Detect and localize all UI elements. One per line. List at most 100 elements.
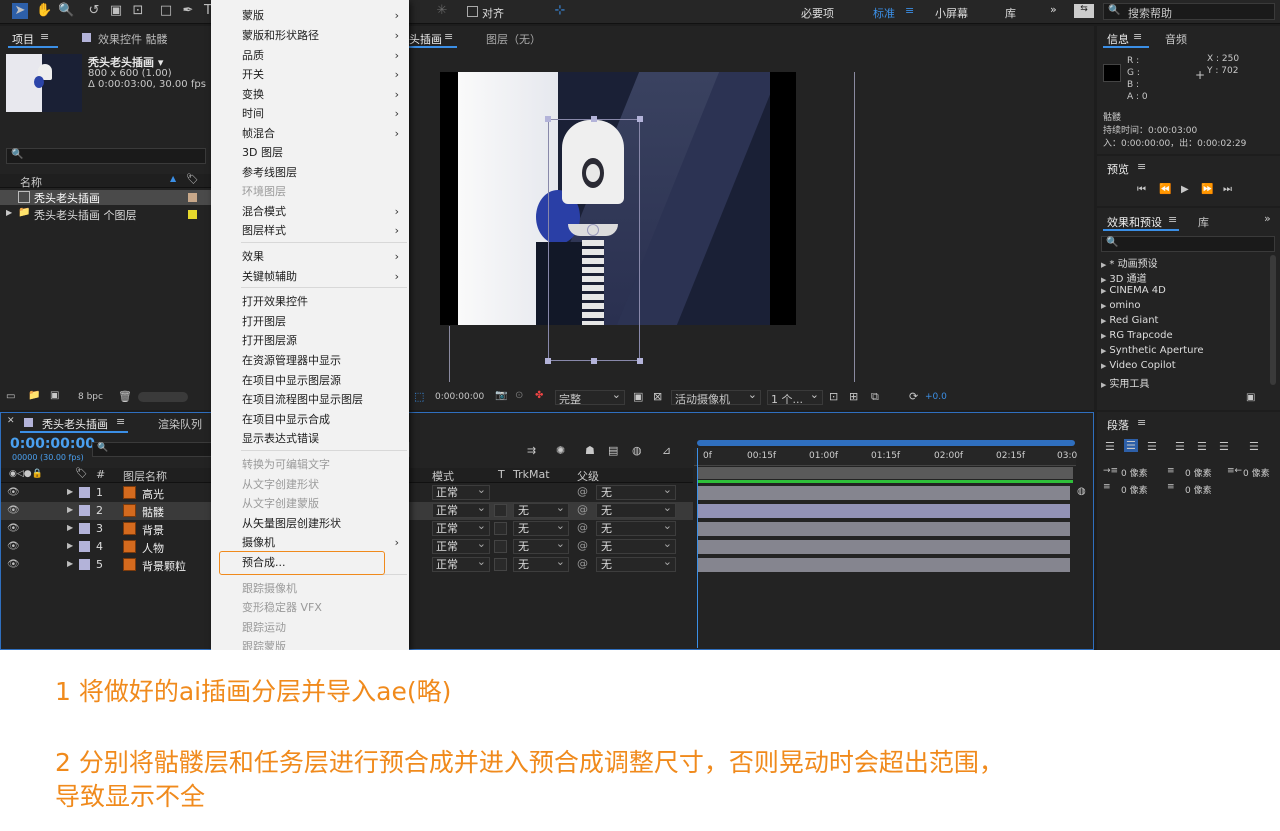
prev-frame-icon[interactable]: ⏪ bbox=[1159, 184, 1171, 195]
expand-icon[interactable]: ▶ bbox=[67, 523, 73, 532]
menu-item[interactable]: 帧混合 › bbox=[242, 125, 402, 143]
pickwhip-icon[interactable]: @ bbox=[577, 539, 588, 552]
effects-scrollbar[interactable] bbox=[1270, 255, 1276, 385]
parent-select[interactable]: 无 bbox=[596, 501, 676, 518]
comp-flowchart-icon[interactable]: ⇉ bbox=[527, 444, 536, 457]
draft-3d-icon[interactable]: ✺ bbox=[556, 444, 565, 457]
frame-blend-icon[interactable]: ▤ bbox=[608, 444, 618, 457]
layer-name[interactable]: 背景颗粒 bbox=[142, 558, 186, 574]
snapshot-icon[interactable]: 📷 bbox=[495, 390, 507, 401]
expand-icon[interactable]: ▶ bbox=[67, 541, 73, 550]
eye-icon[interactable]: 👁 bbox=[7, 559, 20, 570]
expand-icon[interactable]: ▶ bbox=[67, 487, 73, 496]
workspace-overflow-icon[interactable]: » bbox=[1050, 3, 1057, 16]
tab-info[interactable]: 信息 bbox=[1107, 31, 1129, 47]
snap-icon[interactable]: ⊹ bbox=[552, 3, 568, 19]
pickwhip-icon[interactable]: @ bbox=[577, 557, 588, 570]
trash-icon[interactable]: 🗑 bbox=[118, 390, 132, 403]
search-help-input[interactable]: 🔍 搜索帮助 bbox=[1103, 3, 1275, 20]
label-swatch[interactable] bbox=[79, 523, 90, 534]
graph-editor-icon[interactable]: ⊿ bbox=[662, 444, 671, 457]
menu-item[interactable]: 在项目中显示图层源 bbox=[242, 372, 402, 390]
effects-category[interactable]: RG Trapcode bbox=[1101, 330, 1263, 345]
trkmat-select[interactable]: 无 bbox=[513, 555, 569, 572]
transparency-grid-icon[interactable]: ⊠ bbox=[653, 390, 662, 403]
label-swatch[interactable] bbox=[79, 541, 90, 552]
resolution-select[interactable]: 完整 ⌄ bbox=[555, 388, 625, 406]
menu-item[interactable]: 关键帧辅助 › bbox=[242, 268, 402, 286]
parent-select[interactable]: 无 bbox=[596, 519, 676, 536]
reset-exposure-icon[interactable]: ⟳ bbox=[909, 390, 918, 403]
menu-item[interactable]: 显示表达式错误 bbox=[242, 430, 402, 448]
indent-left-value[interactable]: 0 像素 bbox=[1121, 466, 1148, 479]
pen-tool-icon[interactable]: ✒ bbox=[180, 3, 196, 19]
viewer[interactable] bbox=[409, 50, 1094, 390]
effects-overflow-icon[interactable]: » bbox=[1264, 212, 1271, 225]
tab-effect-controls[interactable]: 效果控件 骷髅 bbox=[98, 31, 168, 47]
mode-select[interactable]: 正常 bbox=[432, 483, 490, 500]
justify-right-icon[interactable]: ☰ bbox=[1219, 440, 1229, 453]
space-before-value[interactable]: 0 像素 bbox=[1121, 483, 1148, 496]
eye-icon[interactable]: 👁 bbox=[7, 523, 20, 534]
eye-icon[interactable]: 👁 bbox=[7, 487, 20, 498]
eye-icon[interactable]: 👁 bbox=[7, 505, 20, 516]
work-area-bar[interactable] bbox=[697, 440, 1075, 446]
pickwhip-icon[interactable]: @ bbox=[577, 503, 588, 516]
anchor-point-icon[interactable] bbox=[587, 224, 599, 236]
menu-item[interactable]: 参考线图层 bbox=[242, 164, 402, 182]
shy-icon[interactable]: ☗ bbox=[585, 444, 595, 457]
workspace-menu-icon[interactable]: ≡ bbox=[905, 4, 914, 17]
bpc-label[interactable]: 8 bpc bbox=[78, 392, 103, 402]
label-swatch[interactable] bbox=[79, 559, 90, 570]
comp-button-icon[interactable]: ◍ bbox=[1077, 486, 1086, 497]
preserve-transparency-checkbox[interactable] bbox=[494, 558, 507, 571]
paragraph-menu-icon[interactable]: ≡ bbox=[1137, 416, 1146, 429]
tab-render-queue[interactable]: 渲染队列 bbox=[158, 416, 202, 432]
mode-select[interactable]: 正常 bbox=[432, 501, 490, 518]
handle[interactable] bbox=[545, 358, 551, 364]
menu-item[interactable]: 3D 图层 bbox=[242, 144, 402, 162]
rotate-tool-icon[interactable]: ↺ bbox=[86, 3, 102, 19]
menu-item[interactable]: 蒙版 › bbox=[242, 7, 402, 25]
parent-select[interactable]: 无 bbox=[596, 555, 676, 572]
effects-category[interactable]: 3D 通道 bbox=[1101, 270, 1263, 285]
menu-item[interactable]: 打开图层源 bbox=[242, 332, 402, 350]
tab-comp[interactable]: 头插画 bbox=[409, 31, 442, 47]
tab-project[interactable]: 项目 bbox=[12, 31, 34, 47]
selection-tool-icon[interactable]: ➤ bbox=[12, 3, 28, 19]
tab-lib[interactable]: 库 bbox=[1198, 214, 1209, 230]
expand-icon[interactable]: ▶ bbox=[67, 505, 73, 514]
menu-item[interactable]: 摄像机 › bbox=[242, 534, 402, 552]
project-search-input[interactable]: 🔍 bbox=[6, 148, 206, 164]
roi-icon[interactable]: ⬚ bbox=[414, 390, 424, 403]
effects-category[interactable]: * 动画预设 bbox=[1101, 255, 1263, 270]
handle[interactable] bbox=[637, 116, 643, 122]
trkmat-select[interactable]: 无 bbox=[513, 501, 569, 518]
workspace-lib[interactable]: 库 bbox=[1005, 5, 1016, 21]
indent-first-value[interactable]: 0 像素 bbox=[1185, 466, 1212, 479]
menu-item[interactable]: 蒙版和形状路径 › bbox=[242, 27, 402, 45]
timeline-icon[interactable]: ⧉ bbox=[871, 390, 879, 404]
camera-select[interactable]: 活动摄像机 ⌄ bbox=[671, 388, 761, 406]
zoom-tool-icon[interactable]: 🔍 bbox=[58, 3, 74, 19]
layer-bar-5[interactable] bbox=[698, 558, 1070, 572]
mode-select[interactable]: 正常 bbox=[432, 537, 490, 554]
timeline-menu-icon[interactable]: ≡ bbox=[116, 415, 125, 428]
effects-category[interactable]: Red Giant bbox=[1101, 315, 1263, 330]
exposure-value[interactable]: +0.0 bbox=[925, 392, 947, 402]
fast-preview-icon[interactable]: ▣ bbox=[633, 390, 643, 403]
preserve-transparency-checkbox[interactable] bbox=[494, 540, 507, 553]
layer-name[interactable]: 人物 bbox=[142, 540, 164, 556]
menu-item[interactable]: 从矢量图层创建形状 bbox=[242, 515, 402, 533]
tab-menu-icon[interactable]: ≡ bbox=[40, 30, 49, 43]
trkmat-select[interactable]: 无 bbox=[513, 519, 569, 536]
menu-item[interactable]: 打开效果控件 bbox=[242, 293, 402, 311]
selection-bbox[interactable] bbox=[548, 119, 640, 361]
tab-timeline-comp[interactable]: 秃头老头插画 bbox=[42, 416, 108, 432]
hand-tool-icon[interactable]: ✋ bbox=[36, 3, 52, 19]
pan-behind-tool-icon[interactable]: ⊡ bbox=[130, 3, 146, 19]
tab-layer[interactable]: 图层（无） bbox=[486, 31, 541, 47]
justify-all-icon[interactable]: ☰ bbox=[1249, 440, 1259, 453]
new-folder-icon[interactable]: 📁 bbox=[28, 390, 40, 401]
tab-audio[interactable]: 音频 bbox=[1165, 31, 1187, 47]
